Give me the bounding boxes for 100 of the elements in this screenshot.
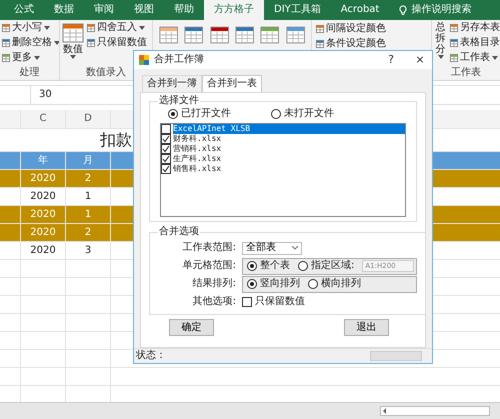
- sheet-title: 扣款: [100, 134, 132, 146]
- table-icon: [450, 54, 458, 62]
- ribbon-tab[interactable]: 方方格子: [204, 0, 264, 20]
- radio-label: 未打开文件: [284, 108, 334, 120]
- table-header: 月: [66, 152, 111, 169]
- table-cell: 1: [66, 188, 111, 205]
- file-item[interactable]: 财务科.xlsx: [173, 134, 405, 144]
- radio-label: 已打开文件: [181, 108, 231, 120]
- ribbon-button[interactable]: 只保留数值: [87, 37, 147, 49]
- table-cell: 2020: [21, 170, 66, 187]
- caret-icon: [438, 55, 444, 59]
- group-label: 工作表: [450, 67, 482, 80]
- table-icon: [87, 24, 95, 32]
- dialog-tab[interactable]: 合并到一表: [202, 75, 262, 92]
- radio-label: 整个表: [260, 260, 290, 272]
- table-cell: 2: [66, 224, 111, 241]
- radio-button[interactable]: [168, 109, 178, 119]
- checkbox[interactable]: [161, 144, 171, 154]
- checkbox[interactable]: [161, 124, 171, 134]
- checkbox[interactable]: [161, 164, 171, 174]
- caret-icon: [44, 26, 50, 30]
- caret-icon: [492, 56, 498, 60]
- column-header[interactable]: C: [21, 110, 66, 128]
- ribbon-tab[interactable]: 帮助: [164, 0, 204, 20]
- radio-button[interactable]: [298, 261, 308, 271]
- file-item[interactable]: 销售科.xlsx: [173, 164, 405, 174]
- table-icon: [87, 39, 95, 47]
- caret-icon: [54, 41, 59, 45]
- table-icon: [234, 24, 254, 46]
- table-icon: [260, 24, 280, 46]
- ribbon-button[interactable]: 数值: [62, 22, 84, 67]
- option-label: 其他选项:: [192, 296, 236, 308]
- checkbox[interactable]: [161, 154, 171, 164]
- ribbon-tab[interactable]: Acrobat: [330, 0, 390, 20]
- table-header: 年: [21, 152, 66, 169]
- ribbon-button[interactable]: 条件设定颜色: [316, 38, 427, 50]
- ribbon-tab[interactable]: 公式: [4, 0, 44, 20]
- close-button[interactable]: ×: [408, 53, 432, 67]
- table-icon: [184, 24, 204, 46]
- table-icon: [450, 24, 458, 32]
- table-icon: [286, 24, 305, 46]
- checkbox[interactable]: [161, 134, 171, 144]
- radio-label: 指定区域:: [311, 260, 354, 272]
- group-label: 数值录入: [85, 67, 127, 80]
- checkbox-label: 只保留数值: [255, 296, 305, 308]
- lightbulb-icon: [399, 4, 408, 16]
- file-item[interactable]: ExcelAPInet XLSB: [173, 124, 405, 134]
- dialog-tab[interactable]: 合并到一簿: [142, 75, 202, 92]
- ribbon-button[interactable]: 四舍五入: [87, 22, 147, 34]
- ribbon-button[interactable]: 间隔设定颜色: [316, 23, 427, 35]
- table-cell: 1: [66, 206, 111, 223]
- ribbon-button[interactable]: 另存本表: [450, 22, 500, 34]
- help-button[interactable]: ?: [379, 53, 403, 67]
- caret-icon: [34, 56, 40, 60]
- radio-button[interactable]: [271, 109, 281, 119]
- ribbon-button[interactable]: 大小写: [2, 22, 59, 34]
- table-icon: [159, 24, 178, 46]
- ribbon-button[interactable]: 总拆分: [432, 22, 449, 67]
- caret-icon: [70, 55, 76, 59]
- table-cell: 3: [66, 242, 111, 259]
- ribbon-tab[interactable]: 审阅: [84, 0, 124, 20]
- radio-label: 竖向排列: [260, 278, 300, 290]
- radio-button[interactable]: [247, 279, 257, 289]
- radio-button[interactable]: [247, 261, 257, 271]
- ribbon-button[interactable]: 工作表: [450, 52, 500, 64]
- sheet-range-dropdown[interactable]: 全部表: [242, 242, 302, 254]
- search-hint[interactable]: 操作说明搜索: [411, 4, 472, 16]
- option-label: 工作表范围:: [182, 242, 236, 254]
- dialog-button[interactable]: 退出: [344, 319, 389, 336]
- status-label: 状态：: [136, 350, 166, 362]
- caret-icon: [139, 26, 145, 30]
- ribbon-button[interactable]: 删除空格: [2, 37, 59, 49]
- ribbon-button[interactable]: 更多: [2, 52, 59, 64]
- dialog-button[interactable]: 确定: [169, 319, 214, 336]
- group-title: 选择文件: [158, 95, 200, 107]
- table-icon: [316, 25, 324, 33]
- ribbon-tab[interactable]: DIY工具箱: [264, 0, 331, 20]
- app-icon: [139, 55, 149, 65]
- table-icon: [210, 24, 229, 46]
- group-title: 合并选项: [158, 226, 200, 238]
- ribbon-tab[interactable]: 数据: [44, 0, 84, 20]
- file-item[interactable]: 生产科.xlsx: [173, 154, 405, 164]
- group-label: 处理: [18, 67, 40, 80]
- table-cell: 2020: [21, 206, 66, 223]
- option-label: 结果排列:: [192, 278, 236, 290]
- radio-button[interactable]: [308, 279, 318, 289]
- table-icon: [450, 39, 458, 47]
- table-cell: 2020: [21, 188, 66, 205]
- dialog-title: 合并工作簿: [154, 54, 205, 66]
- file-item[interactable]: 营销科.xlsx: [173, 144, 405, 154]
- option-label: 单元格范围:: [182, 260, 236, 272]
- column-header[interactable]: D: [66, 110, 111, 128]
- chevron-down-icon: [292, 246, 298, 250]
- ribbon-button[interactable]: 表格目录: [450, 37, 500, 49]
- checkbox[interactable]: [242, 297, 252, 307]
- table-icon: [316, 40, 324, 48]
- ribbon-tab[interactable]: 视图: [124, 0, 164, 20]
- table-cell: 2020: [21, 242, 66, 259]
- table-cell: 2020: [21, 224, 66, 241]
- radio-label: 横向排列: [321, 278, 361, 290]
